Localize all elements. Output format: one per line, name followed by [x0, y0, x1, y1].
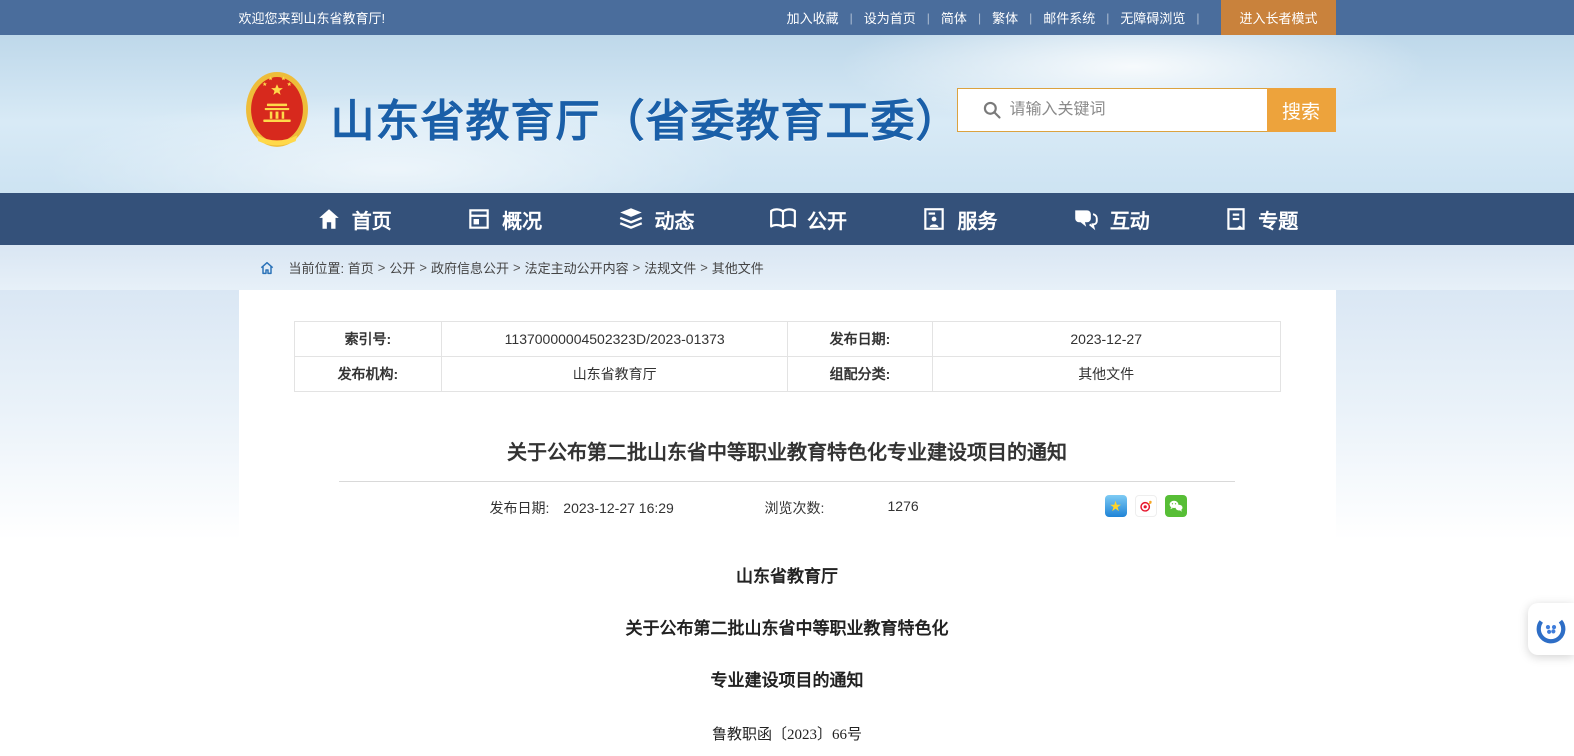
search-button[interactable]: 搜索: [1267, 88, 1336, 132]
nav-item-services[interactable]: 服务: [921, 205, 997, 234]
body-line: 关于公布第二批山东省中等职业教育特色化: [239, 614, 1336, 639]
link-mail-system[interactable]: 邮件系统: [1043, 8, 1095, 27]
views-count: 1276: [888, 498, 919, 514]
site-search: 搜索: [957, 88, 1336, 132]
separator: |: [1029, 11, 1032, 25]
meta-value-category: 其他文件: [932, 357, 1280, 392]
table-row: 发布机构: 山东省教育厅 组配分类: 其他文件: [294, 357, 1280, 392]
breadcrumb: 当前位置: 首页 > 公开 > 政府信息公开 > 法定主动公开内容 > 法规文件…: [239, 245, 1336, 290]
link-accessibility[interactable]: 无障碍浏览: [1120, 8, 1185, 27]
article-body: 山东省教育厅 关于公布第二批山东省中等职业教育特色化 专业建设项目的通知 鲁教职…: [239, 562, 1336, 744]
body-line: 专业建设项目的通知: [239, 666, 1336, 691]
topics-icon: [1224, 206, 1248, 232]
share-buttons: ★: [1105, 495, 1187, 517]
elder-mode-button[interactable]: 进入长者模式: [1221, 0, 1335, 35]
wechat-share-icon[interactable]: [1165, 495, 1187, 517]
breadcrumb-prefix: 当前位置:: [289, 258, 345, 277]
meta-value-pubdate: 2023-12-27: [932, 322, 1280, 357]
overview-icon: [466, 206, 492, 232]
open-book-icon: [769, 207, 797, 231]
home-icon: [316, 206, 342, 232]
nav-item-news[interactable]: 动态: [617, 205, 695, 234]
content-card: 索引号: 11370000004502323D/2023-01373 发布日期:…: [239, 290, 1336, 756]
link-traditional-chinese[interactable]: 繁体: [992, 8, 1018, 27]
views-label: 浏览次数:: [765, 498, 825, 518]
article-title: 关于公布第二批山东省中等职业教育特色化专业建设项目的通知: [239, 436, 1336, 465]
breadcrumb-item-regulations[interactable]: 法规文件: [644, 258, 696, 277]
link-simplified-chinese[interactable]: 简体: [941, 8, 967, 27]
meta-label-index: 索引号:: [294, 322, 442, 357]
nav-item-interaction[interactable]: 互动: [1072, 205, 1150, 234]
separator: |: [1196, 11, 1199, 25]
breadcrumb-item-disclosure[interactable]: 公开: [389, 258, 415, 277]
search-box: [957, 88, 1267, 132]
meta-label-agency: 发布机构:: [294, 357, 442, 392]
interaction-icon: [1072, 207, 1100, 231]
national-emblem-logo: [241, 65, 313, 161]
separator: |: [927, 11, 930, 25]
document-meta-table: 索引号: 11370000004502323D/2023-01373 发布日期:…: [294, 321, 1281, 392]
gov-service-icon: [1534, 612, 1568, 646]
body-line: 山东省教育厅: [239, 562, 1336, 587]
breadcrumb-item-gov-info[interactable]: 政府信息公开: [431, 258, 509, 277]
meta-label-pubdate: 发布日期:: [788, 322, 933, 357]
page: 欢迎您来到山东省教育厅! 加入收藏 | 设为首页 | 简体 | 繁体 | 邮件系…: [0, 0, 1574, 756]
breadcrumb-item-other-docs[interactable]: 其他文件: [712, 258, 764, 277]
breadcrumb-home-icon[interactable]: [259, 260, 275, 276]
welcome-text: 欢迎您来到山东省教育厅!: [239, 8, 386, 27]
separator: |: [850, 11, 853, 25]
qzone-share-icon[interactable]: ★: [1105, 495, 1127, 517]
breadcrumb-bar: 当前位置: 首页 > 公开 > 政府信息公开 > 法定主动公开内容 > 法规文件…: [0, 245, 1574, 290]
document-number: 鲁教职函〔2023〕66号: [239, 723, 1336, 744]
link-add-favorite[interactable]: 加入收藏: [787, 8, 839, 27]
separator: |: [1106, 11, 1109, 25]
table-row: 索引号: 11370000004502323D/2023-01373 发布日期:…: [294, 322, 1280, 357]
topbar-links: 加入收藏 | 设为首页 | 简体 | 繁体 | 邮件系统 | 无障碍浏览 | 进…: [787, 0, 1336, 35]
weibo-share-icon[interactable]: [1135, 495, 1157, 517]
divider: [339, 481, 1235, 482]
nav-item-home[interactable]: 首页: [316, 205, 392, 234]
breadcrumb-item-home[interactable]: 首页: [348, 258, 374, 277]
floating-service-widget[interactable]: [1528, 603, 1574, 655]
publish-date: 发布日期: 2023-12-27 16:29: [490, 498, 674, 518]
nav-item-overview[interactable]: 概况: [466, 205, 542, 234]
main-navigation: 首页 概况 动态 公开 服务 互动: [0, 193, 1574, 245]
search-input[interactable]: [1010, 101, 1257, 119]
article-meta-row: 发布日期: 2023-12-27 16:29 浏览次数: 1276 ★: [239, 492, 1336, 522]
search-icon: [982, 100, 1002, 120]
link-set-homepage[interactable]: 设为首页: [864, 8, 916, 27]
breadcrumb-item-statutory[interactable]: 法定主动公开内容: [525, 258, 629, 277]
meta-value-agency: 山东省教育厅: [442, 357, 788, 392]
main-background: 索引号: 11370000004502323D/2023-01373 发布日期:…: [0, 290, 1574, 756]
news-icon: [617, 206, 645, 232]
separator: |: [978, 11, 981, 25]
site-header: 山东省教育厅（省委教育工委） 搜索: [0, 35, 1574, 193]
site-title: 山东省教育厅（省委教育工委）: [331, 85, 961, 149]
nav-item-topics[interactable]: 专题: [1224, 205, 1298, 234]
meta-value-index: 11370000004502323D/2023-01373: [442, 322, 788, 357]
service-icon: [921, 206, 947, 232]
nav-item-disclosure[interactable]: 公开: [769, 205, 847, 234]
top-utility-bar: 欢迎您来到山东省教育厅! 加入收藏 | 设为首页 | 简体 | 繁体 | 邮件系…: [0, 0, 1574, 35]
meta-label-category: 组配分类:: [788, 357, 933, 392]
